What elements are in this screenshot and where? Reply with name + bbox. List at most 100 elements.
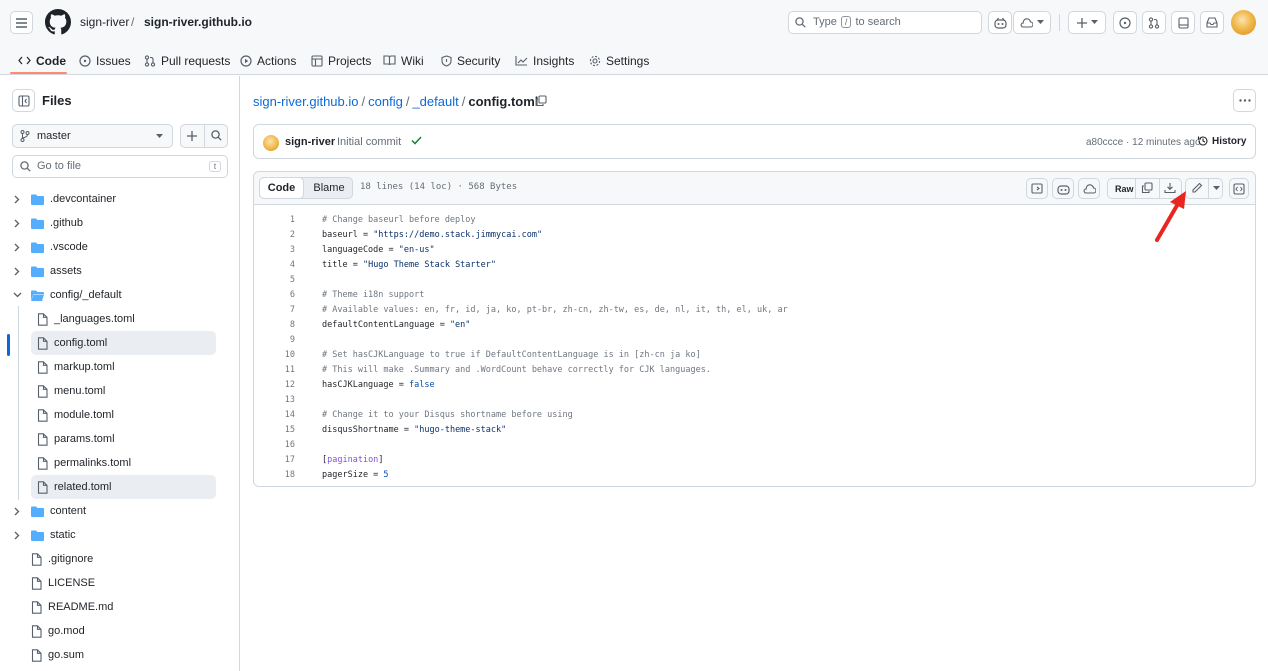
line-number[interactable]: 18 <box>254 470 295 480</box>
chevron-right-icon[interactable] <box>11 243 23 252</box>
file-icon <box>37 432 48 446</box>
create-new-button[interactable] <box>1068 11 1106 34</box>
tab-code[interactable]: Code <box>18 46 66 75</box>
history-button[interactable]: History <box>1197 135 1246 147</box>
tab-pull-requests[interactable]: Pull requests <box>144 46 230 75</box>
pencil-icon[interactable] <box>1191 182 1203 194</box>
tree-file[interactable]: _languages.toml <box>37 307 135 331</box>
tree-folder[interactable]: .devcontainer <box>11 187 116 211</box>
go-to-file-input[interactable]: Go to file t <box>12 155 228 178</box>
chevron-down-icon[interactable] <box>11 292 23 298</box>
chevron-down-icon <box>1037 20 1044 25</box>
line-number[interactable]: 10 <box>254 350 295 360</box>
chevron-right-icon[interactable] <box>11 531 23 540</box>
tab-settings[interactable]: Settings <box>589 46 649 75</box>
github-logo-icon[interactable] <box>45 9 71 35</box>
chevron-right-icon[interactable] <box>11 195 23 204</box>
commit-message[interactable]: Initial commit <box>337 136 401 148</box>
issues-button[interactable] <box>1113 11 1137 34</box>
tree-file[interactable]: markup.toml <box>37 355 115 379</box>
commit-author[interactable]: sign-river <box>285 136 335 148</box>
codespace-button[interactable] <box>1078 178 1100 199</box>
latest-commit-bar: sign-river Initial commit a80ccce · 12 m… <box>253 124 1256 159</box>
gear-icon <box>589 55 601 67</box>
tree-item-label: content <box>50 505 87 517</box>
breadcrumb-config-link[interactable]: config <box>368 94 403 109</box>
symbols-toggle-button[interactable] <box>1229 178 1249 199</box>
add-file-icon[interactable] <box>187 131 197 141</box>
tree-file[interactable]: .gitignore <box>31 547 93 571</box>
tab-projects[interactable]: Projects <box>311 46 371 75</box>
commit-author-avatar[interactable] <box>263 135 279 151</box>
commit-meta[interactable]: a80ccce · 12 minutes ago <box>1086 137 1201 148</box>
chevron-right-icon[interactable] <box>11 219 23 228</box>
raw-button[interactable]: Raw <box>1115 184 1134 194</box>
line-number[interactable]: 3 <box>254 245 295 255</box>
go-to-file-shortcut-key: t <box>209 161 221 172</box>
tree-file[interactable]: go.sum <box>31 643 84 667</box>
line-number[interactable]: 2 <box>254 230 295 240</box>
repo-name-link[interactable]: sign-river.github.io <box>144 15 252 29</box>
line-number[interactable]: 9 <box>254 335 295 345</box>
tab-issues[interactable]: Issues <box>79 46 131 75</box>
copilot-ask-button[interactable] <box>1052 178 1074 199</box>
symbols-panel-button[interactable] <box>1026 178 1048 199</box>
chevron-right-icon[interactable] <box>11 267 23 276</box>
copilot-menu-button[interactable] <box>1013 11 1051 34</box>
breadcrumb-default-link[interactable]: _default <box>412 94 458 109</box>
repositories-button[interactable] <box>1171 11 1195 34</box>
line-number[interactable]: 8 <box>254 320 295 330</box>
search-input[interactable]: Type / to search <box>788 11 982 34</box>
copy-path-icon[interactable] <box>535 95 547 107</box>
pull-requests-button[interactable] <box>1142 11 1166 34</box>
breadcrumb-separator: / <box>405 94 410 109</box>
repo-owner-link[interactable]: sign-river <box>80 15 129 29</box>
tab-insights[interactable]: Insights <box>515 46 574 75</box>
tree-file[interactable]: go.mod <box>31 619 85 643</box>
line-number[interactable]: 14 <box>254 410 295 420</box>
tree-folder[interactable]: .vscode <box>11 235 88 259</box>
line-number[interactable]: 11 <box>254 365 295 375</box>
tree-file[interactable]: README.md <box>31 595 113 619</box>
line-number[interactable]: 16 <box>254 440 295 450</box>
tree-folder[interactable]: assets <box>11 259 82 283</box>
line-number[interactable]: 17 <box>254 455 295 465</box>
menu-button[interactable] <box>10 11 33 34</box>
chevron-right-icon[interactable] <box>11 507 23 516</box>
tree-file[interactable]: params.toml <box>37 427 115 451</box>
line-number[interactable]: 15 <box>254 425 295 435</box>
blame-view-button[interactable]: Blame <box>305 178 353 198</box>
tree-file[interactable]: permalinks.toml <box>37 451 131 475</box>
tree-folder[interactable]: static <box>11 523 76 547</box>
tab-wiki[interactable]: Wiki <box>383 46 424 75</box>
tab-actions-label: Actions <box>257 53 297 68</box>
tree-folder[interactable]: config/_default <box>11 283 122 307</box>
line-number[interactable]: 12 <box>254 380 295 390</box>
tree-folder[interactable]: content <box>11 499 86 523</box>
line-number[interactable]: 7 <box>254 305 295 315</box>
collapse-sidebar-button[interactable] <box>12 89 35 112</box>
tree-file[interactable]: config.toml <box>37 331 107 355</box>
line-number[interactable]: 4 <box>254 260 295 270</box>
code-view-button[interactable]: Code <box>259 177 304 199</box>
user-avatar[interactable] <box>1231 10 1256 35</box>
tree-file[interactable]: module.toml <box>37 403 114 427</box>
line-number[interactable]: 1 <box>254 215 295 225</box>
code-line: languageCode = "en-us" <box>322 245 435 255</box>
line-number[interactable]: 6 <box>254 290 295 300</box>
copilot-button[interactable] <box>988 11 1012 34</box>
line-number[interactable]: 13 <box>254 395 295 405</box>
breadcrumb-repo-link[interactable]: sign-river.github.io <box>253 94 359 109</box>
tab-security[interactable]: Security <box>441 46 500 75</box>
tab-actions[interactable]: Actions <box>240 46 296 75</box>
line-number[interactable]: 5 <box>254 275 295 285</box>
chevron-down-icon[interactable] <box>1213 186 1220 191</box>
more-options-button[interactable] <box>1233 89 1256 112</box>
tree-file[interactable]: related.toml <box>37 475 111 499</box>
tree-file[interactable]: LICENSE <box>31 571 95 595</box>
tree-folder[interactable]: .github <box>11 211 83 235</box>
tree-file[interactable]: menu.toml <box>37 379 105 403</box>
branch-selector[interactable]: master <box>12 124 173 148</box>
inbox-button[interactable] <box>1200 11 1224 34</box>
search-icon[interactable] <box>211 130 222 141</box>
